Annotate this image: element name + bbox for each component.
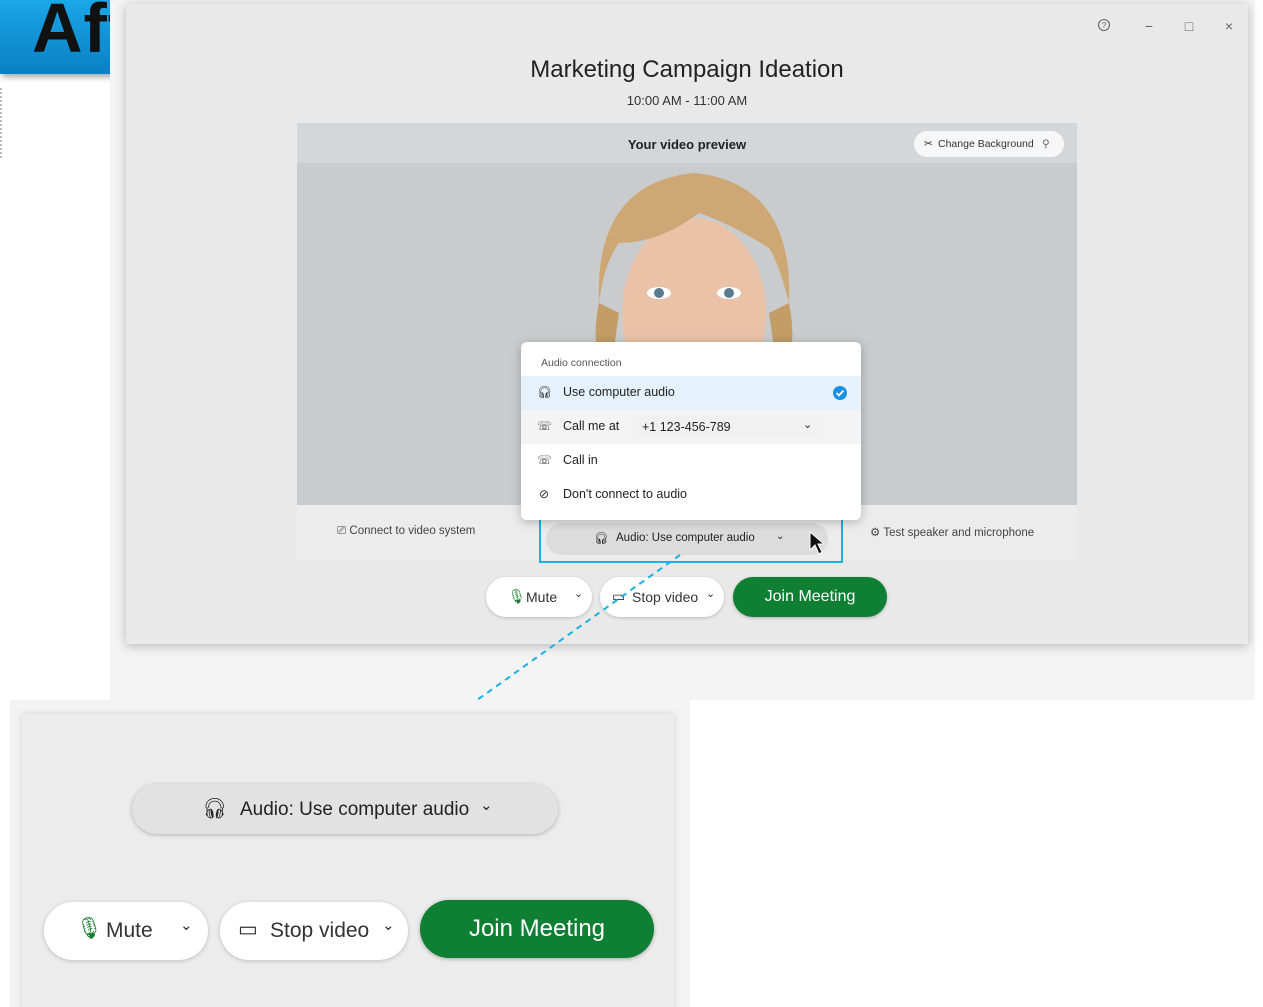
zoomed-mute-button[interactable]: 🎙︎ Mute ⌄: [44, 902, 208, 960]
menu-item-dont-connect[interactable]: ⊘ Don't connect to audio: [521, 478, 861, 512]
menu-item-use-computer-audio[interactable]: 🎧︎ Use computer audio: [521, 376, 861, 410]
chevron-down-icon[interactable]: ⌄: [382, 916, 395, 934]
zoomed-audio-button[interactable]: 🎧︎ Audio: Use computer audio ⌄: [132, 784, 558, 834]
meeting-window: ? − □ × Marketing Campaign Ideation 10:0…: [126, 4, 1248, 644]
phone-incoming-icon: ☏: [537, 453, 553, 467]
mouse-cursor-icon: [809, 530, 826, 555]
meeting-title: Marketing Campaign Ideation: [530, 56, 844, 83]
chevron-down-icon[interactable]: ⌄: [706, 587, 715, 600]
zoomed-stop-video-button[interactable]: ▭ Stop video ⌄: [220, 902, 408, 960]
chevron-down-icon: ⌄: [803, 419, 813, 431]
close-icon[interactable]: ×: [1219, 18, 1239, 34]
menu-header: Audio connection: [541, 357, 622, 369]
join-meeting-button[interactable]: Join Meeting: [733, 577, 887, 617]
zoomed-controls: 🎧︎ Audio: Use computer audio ⌄ 🎙︎ Mute ⌄…: [22, 714, 674, 1007]
audio-connection-menu: Audio connection 🎧︎ Use computer audio ☏…: [521, 342, 861, 520]
gear-icon: ⚙: [870, 527, 881, 539]
phone-number-select[interactable]: +1 123-456-789 ⌄: [633, 415, 823, 439]
headset-icon: 🎧︎: [594, 533, 609, 545]
chevron-down-icon: ⌄: [480, 797, 493, 814]
menu-item-call-in[interactable]: ☏ Call in: [521, 444, 861, 478]
headset-icon: 🎧︎: [202, 798, 228, 820]
change-background-button[interactable]: ✂ Change Background ⚲: [914, 131, 1064, 157]
menu-item-call-me[interactable]: ☏ Call me at +1 123-456-789 ⌄: [521, 410, 861, 444]
chevron-down-icon: ⌄: [776, 531, 785, 542]
dotted-edge: [0, 88, 6, 158]
zoomed-join-meeting-button[interactable]: Join Meeting: [420, 900, 654, 958]
chevron-down-icon[interactable]: ⌄: [180, 916, 193, 934]
svg-text:?: ?: [1102, 21, 1107, 30]
phone-outgoing-icon: ☏: [537, 419, 553, 433]
connect-video-system-button[interactable]: ⎚ Connect to video system: [337, 525, 475, 538]
pin-icon[interactable]: ⚲: [1042, 131, 1050, 157]
checkmark-icon: [833, 386, 847, 400]
microphone-icon: 🎙︎: [76, 917, 103, 940]
test-speaker-button[interactable]: ⚙ Test speaker and microphone: [870, 525, 1034, 539]
maximize-icon[interactable]: □: [1179, 18, 1199, 34]
meeting-time: 10:00 AM - 11:00 AM: [626, 93, 748, 108]
help-icon[interactable]: ?: [1094, 18, 1114, 35]
magic-wand-icon: ✂: [924, 138, 933, 150]
headset-icon: 🎧︎: [537, 385, 553, 399]
video-camera-icon: ▭: [238, 918, 258, 941]
prohibited-icon: ⊘: [538, 487, 550, 501]
cast-icon: ⎚: [337, 525, 347, 537]
minimize-icon[interactable]: −: [1139, 18, 1159, 34]
